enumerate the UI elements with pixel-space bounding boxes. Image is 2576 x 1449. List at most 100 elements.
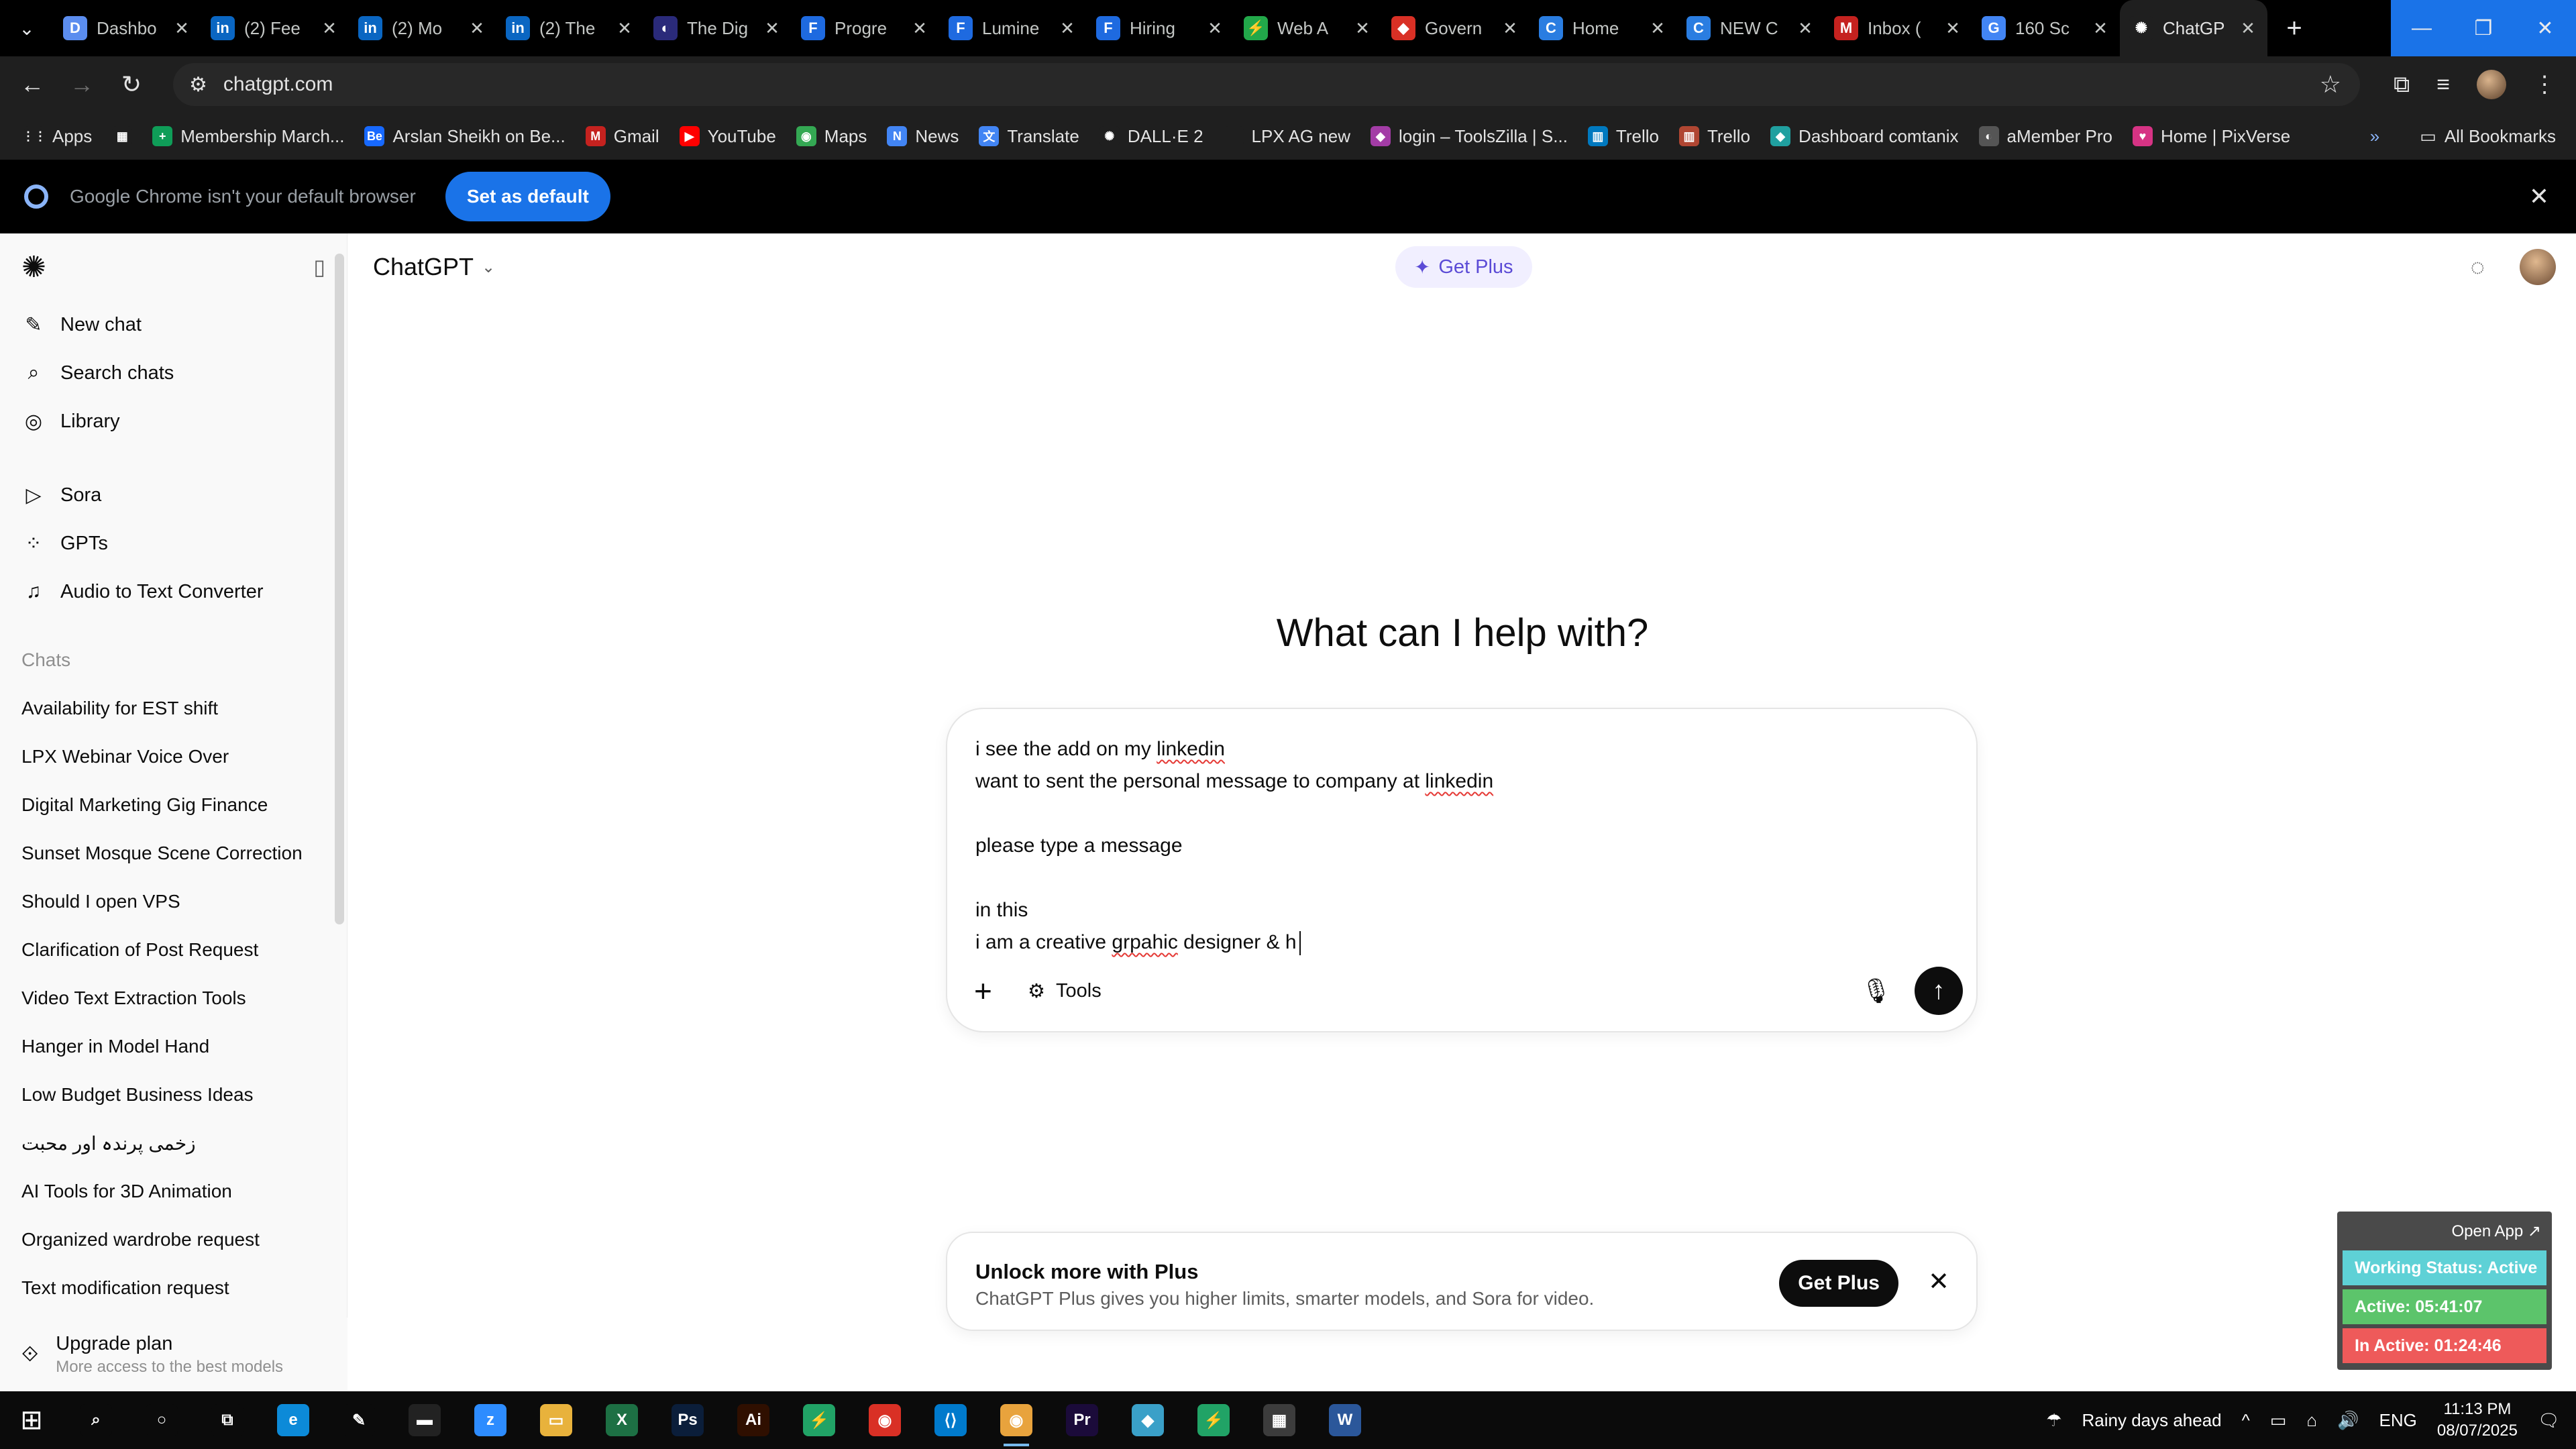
sidebar-item-gpts[interactable]: ⁘ GPTs: [0, 519, 347, 568]
upgrade-plan-button[interactable]: ⟐ Upgrade plan More access to the best m…: [0, 1318, 347, 1391]
tab-close-icon[interactable]: ✕: [1500, 18, 1520, 39]
browser-tab[interactable]: in (2) Mo ✕: [349, 0, 496, 56]
tab-close-icon[interactable]: ✕: [467, 18, 487, 39]
close-upsell-icon[interactable]: ✕: [1928, 1267, 1949, 1297]
taskbar-app[interactable]: Ps: [655, 1391, 720, 1449]
browser-tab[interactable]: ✺ ChatGP ✕: [2120, 0, 2267, 56]
prompt-input[interactable]: i see the add on my linkedin want to sent…: [975, 733, 1493, 959]
browser-tab[interactable]: G 160 Sc ✕: [1972, 0, 2120, 56]
bookmark-item[interactable]: N News: [887, 126, 959, 147]
taskbar-app[interactable]: X: [589, 1391, 655, 1449]
bookmark-item[interactable]: ◆ login – ToolsZilla | S...: [1370, 126, 1568, 147]
tray-chevron-icon[interactable]: ^: [2242, 1410, 2250, 1431]
minimize-button[interactable]: —: [2391, 0, 2453, 56]
chat-history-item[interactable]: AI Tools for 3D Animation: [0, 1167, 347, 1216]
sidebar-item-sora[interactable]: ▷ Sora: [0, 471, 347, 519]
taskbar-app[interactable]: ⚡: [786, 1391, 852, 1449]
language-indicator[interactable]: ENG: [2379, 1410, 2417, 1431]
bookmark-item[interactable]: 文 Translate: [979, 126, 1079, 147]
open-app-link[interactable]: Open App ↗: [2343, 1217, 2546, 1246]
taskbar-app[interactable]: ◆: [1115, 1391, 1181, 1449]
sidebar-item-audio-to-text-converter[interactable]: ♫ Audio to Text Converter: [0, 568, 347, 616]
taskbar-app[interactable]: Ai: [720, 1391, 786, 1449]
bookmark-item[interactable]: ♥ Home | PixVerse: [2133, 126, 2290, 147]
chat-history-item[interactable]: Digital Marketing Gig Finance: [0, 781, 347, 829]
tab-close-icon[interactable]: ✕: [1205, 18, 1225, 39]
browser-tab[interactable]: in (2) Fee ✕: [201, 0, 349, 56]
profile-avatar[interactable]: [2477, 70, 2507, 99]
taskbar-app[interactable]: ○: [129, 1391, 195, 1449]
chat-history-item[interactable]: Hanger in Model Hand: [0, 1022, 347, 1071]
browser-tab[interactable]: M Inbox (✕: [1825, 0, 1972, 56]
tab-close-icon[interactable]: ✕: [614, 18, 635, 39]
taskbar-app[interactable]: ⟨⟩: [918, 1391, 983, 1449]
chat-history-item[interactable]: Availability for EST shift: [0, 684, 347, 733]
clock[interactable]: 11:13 PM 08/07/2025: [2437, 1399, 2518, 1442]
volume-icon[interactable]: 🔊: [2337, 1410, 2359, 1431]
bookmark-item[interactable]: ◉ Maps: [796, 126, 867, 147]
bookmark-item[interactable]: M Gmail: [585, 126, 659, 147]
model-selector[interactable]: ChatGPT ⌄: [373, 253, 495, 281]
chat-history-item[interactable]: Sunset Mosque Scene Correction: [0, 829, 347, 877]
taskbar-app[interactable]: Pr: [1049, 1391, 1115, 1449]
get-plus-pill-button[interactable]: ✦ Get Plus: [1395, 246, 1532, 288]
site-info-icon[interactable]: ⚙: [189, 73, 207, 97]
restore-button[interactable]: ❐: [2453, 0, 2514, 56]
bookmark-item[interactable]: ✺ DALL·E 2: [1099, 126, 1203, 147]
taskbar-app[interactable]: z: [458, 1391, 523, 1449]
chat-history-item[interactable]: Video Text Extraction Tools: [0, 974, 347, 1022]
user-avatar[interactable]: [2520, 249, 2556, 285]
browser-tab[interactable]: ◆ Govern ✕: [1382, 0, 1529, 56]
media-controls-icon[interactable]: ≡: [2436, 72, 2450, 98]
browser-tab[interactable]: F Progre ✕: [792, 0, 939, 56]
chat-history-item[interactable]: زخمی پرندہ اور محبت: [0, 1119, 347, 1167]
bookmark-item[interactable]: ▥ Trello: [1678, 126, 1750, 147]
reload-button[interactable]: ↻: [111, 64, 152, 105]
openai-logo-icon[interactable]: ✺: [21, 250, 46, 284]
weather-text[interactable]: Rainy days ahead: [2082, 1410, 2222, 1431]
meet-icon[interactable]: ▭: [2270, 1410, 2287, 1431]
browser-tab[interactable]: F Lumine ✕: [939, 0, 1087, 56]
taskbar-app[interactable]: ⧉: [195, 1391, 260, 1449]
tab-close-icon[interactable]: ✕: [1057, 18, 1077, 39]
chat-history-item[interactable]: Text modification request: [0, 1264, 347, 1312]
tab-close-icon[interactable]: ✕: [172, 18, 192, 39]
browser-tab[interactable]: F Hiring ✕: [1087, 0, 1234, 56]
taskbar-app[interactable]: ⚡: [1181, 1391, 1246, 1449]
bookmark-item[interactable]: ◐ aMember Pro: [1978, 126, 2112, 147]
send-button[interactable]: ↑: [1915, 967, 1963, 1015]
bookmark-item[interactable]: ▥ Trello: [1587, 126, 1659, 147]
taskbar-app[interactable]: ▦: [1246, 1391, 1312, 1449]
browser-tab[interactable]: D Dashbo ✕: [54, 0, 201, 56]
weather-icon[interactable]: ☂: [2046, 1410, 2061, 1431]
taskbar-app[interactable]: ✎: [326, 1391, 392, 1449]
tab-close-icon[interactable]: ✕: [319, 18, 339, 39]
microphone-icon[interactable]: 🎙: [1861, 977, 1892, 1005]
bookmark-item[interactable]: ▶ YouTube: [679, 126, 776, 147]
chat-history-item[interactable]: LPX Webinar Voice Over: [0, 733, 347, 781]
taskbar-app[interactable]: W: [1312, 1391, 1378, 1449]
tab-close-icon[interactable]: ✕: [1648, 18, 1668, 39]
new-tab-button[interactable]: +: [2267, 13, 2321, 44]
browser-tab[interactable]: ⚡ Web A ✕: [1234, 0, 1382, 56]
bookmark-item[interactable]: Be Arslan Sheikh on Be...: [364, 126, 566, 147]
browser-tab[interactable]: in (2) The ✕: [496, 0, 644, 56]
chat-history-item[interactable]: Organized wardrobe request: [0, 1216, 347, 1264]
sidebar-item-new-chat[interactable]: ✎ New chat: [0, 301, 347, 349]
sidebar-item-library[interactable]: ◎ Library: [0, 397, 347, 445]
address-bar[interactable]: ⚙ chatgpt.com ☆: [173, 63, 2360, 106]
notifications-icon[interactable]: 🗨: [2538, 1410, 2560, 1431]
sidebar-scrollbar[interactable]: [335, 254, 344, 924]
taskbar-app[interactable]: ◉: [983, 1391, 1049, 1449]
sidebar-toggle-icon[interactable]: ▯: [313, 254, 325, 280]
taskbar-app[interactable]: ▭: [523, 1391, 589, 1449]
bookmark-item[interactable]: ⋮⋮ Apps: [22, 126, 92, 147]
chat-history-item[interactable]: Should I open VPS: [0, 877, 347, 926]
tab-close-icon[interactable]: ✕: [2238, 18, 2258, 39]
browser-tab[interactable]: C NEW C ✕: [1677, 0, 1825, 56]
more-bookmarks-icon[interactable]: »: [2370, 126, 2379, 147]
sidebar-item-search-chats[interactable]: ⌕ Search chats: [0, 349, 347, 397]
all-bookmarks-button[interactable]: ▭ All Bookmarks: [2420, 126, 2556, 147]
chat-history-item[interactable]: Clarification of Post Request: [0, 926, 347, 974]
back-button[interactable]: ←: [12, 64, 52, 105]
